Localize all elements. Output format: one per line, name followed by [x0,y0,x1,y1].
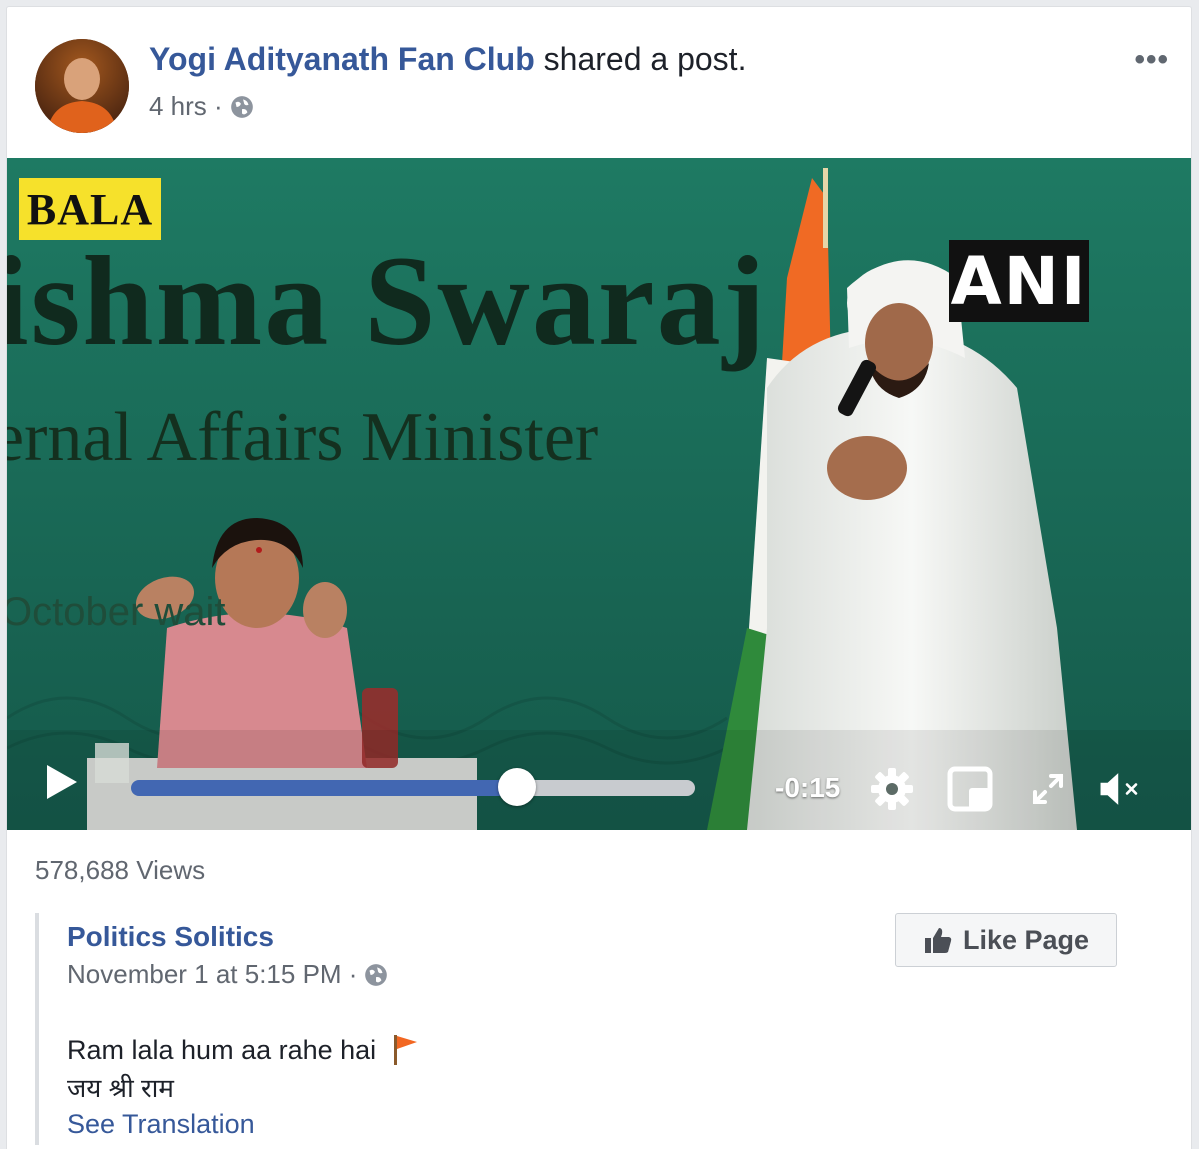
post-card: Yogi Adityanath Fan Club shared a post. … [6,6,1192,1149]
globe-icon[interactable] [363,962,389,988]
video-banner-title: ernal Affairs Minister [7,399,599,476]
video-corner-tag: BALA [19,178,161,240]
shared-post-timestamp[interactable]: November 1 at 5:15 PM · [67,959,357,990]
see-translation-link[interactable]: See Translation [67,1109,255,1140]
page-name-link[interactable]: Yogi Adityanath Fan Club [149,41,535,77]
post-header: Yogi Adityanath Fan Club shared a post. [149,41,746,78]
post-text-english: Ram lala hum aa rahe hai [67,1034,377,1065]
agency-watermark: ANI [949,240,1089,322]
video-banner-place: October wait [7,590,226,634]
globe-icon[interactable] [229,94,255,120]
progress-scrubber[interactable] [497,768,536,806]
expand-icon[interactable] [1025,766,1071,812]
video-controls: -0:15 [7,730,1191,830]
post-text-hindi: जय श्री राम [67,1073,174,1103]
picture-in-picture-icon[interactable] [947,766,993,812]
shared-post-meta: November 1 at 5:15 PM · [67,959,389,990]
shared-action-text: shared a post. [534,41,747,77]
like-page-label: Like Page [962,924,1090,955]
gear-icon[interactable] [869,766,915,812]
avatar-image [35,39,129,133]
play-icon[interactable] [41,762,81,802]
view-count: 578,688 Views [35,855,206,885]
orange-flag-icon [394,1035,418,1065]
video-player[interactable]: ishma Swaraj ernal Affairs Minister Octo… [7,158,1191,830]
shared-post: Politics Solitics November 1 at 5:15 PM … [35,913,1179,1145]
video-banner-name: ishma Swaraj [7,230,768,372]
like-page-button[interactable]: Like Page [895,913,1117,967]
post-timestamp[interactable]: 4 hrs · [149,91,223,122]
post-text-line-1: Ram lala hum aa rahe hai [67,1033,420,1067]
time-remaining: -0:15 [775,772,841,803]
page-avatar[interactable] [35,39,129,133]
progress-bar[interactable] [131,768,695,806]
thumbs-up-icon [924,928,952,953]
shared-page-name-link[interactable]: Politics Solitics [67,921,274,953]
progress-fill [131,780,517,796]
muted-speaker-icon[interactable] [1097,766,1143,812]
post-meta: 4 hrs · [149,91,255,122]
more-options-button[interactable]: ••• [1134,43,1169,77]
